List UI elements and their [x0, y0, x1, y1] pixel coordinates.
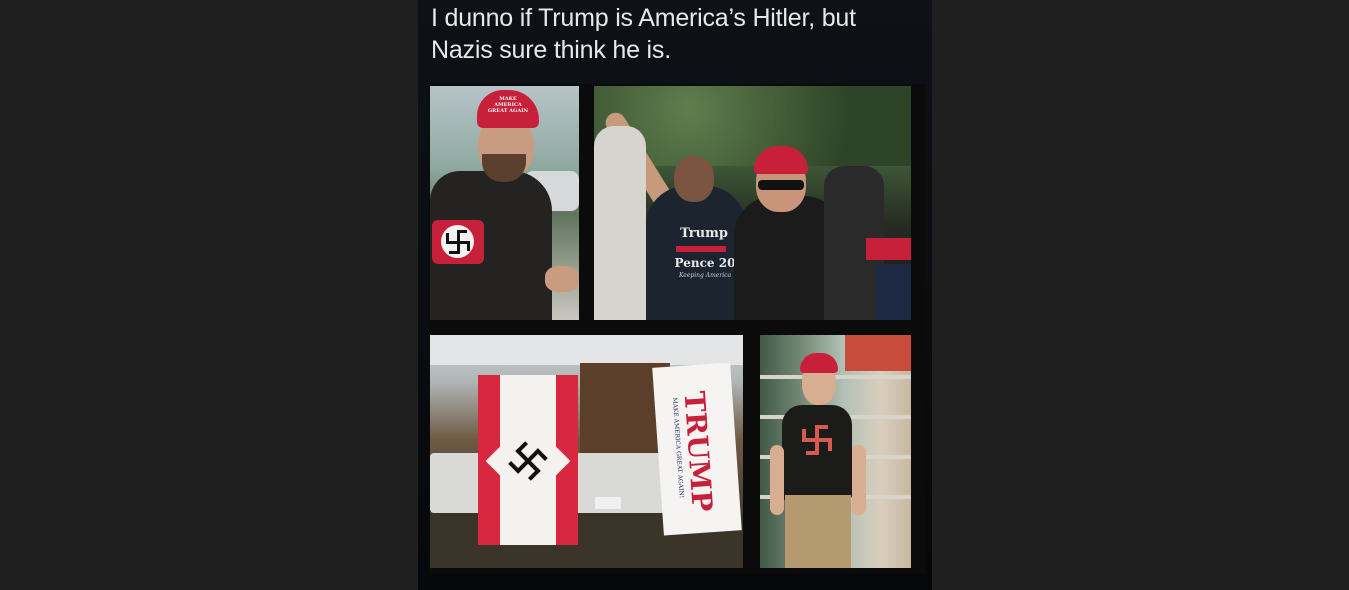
photo-salute-crowd: Trump Pence 20 Keeping America [594, 86, 911, 320]
trump-banner: TRUMP MAKE AMERICA GREAT AGAIN! [652, 362, 742, 536]
hand [545, 266, 579, 292]
face-center [674, 156, 714, 202]
shirt-text-trump: Trump [680, 226, 728, 241]
red-cap: MAKE AMERICA GREAT AGAIN [477, 90, 539, 128]
left-arm [770, 445, 784, 515]
caption-line-1: I dunno if Trump is America’s Hitler, bu… [431, 4, 856, 32]
swastika-icon [802, 425, 832, 455]
post-caption: I dunno if Trump is America’s Hitler, bu… [431, 2, 921, 66]
khaki-pants [785, 495, 851, 568]
hanging-flag [478, 375, 578, 545]
shirt-text-slogan: Keeping America [678, 272, 732, 279]
photo-flag-and-banner: TRUMP MAKE AMERICA GREAT AGAIN! [430, 335, 743, 568]
person-trump-shirt: Trump Pence 20 Keeping America [646, 186, 746, 320]
photo-armband-man: MAKE AMERICA GREAT AGAIN [430, 86, 579, 320]
post-card: I dunno if Trump is America’s Hitler, bu… [418, 0, 932, 590]
person-white-shirt [594, 126, 646, 320]
license-plate [595, 497, 621, 509]
shirt-text-pence: Pence 20 [674, 256, 736, 270]
cap-text: MAKE AMERICA GREAT AGAIN [487, 96, 529, 114]
red-sign [866, 238, 911, 260]
blue-shirt [876, 264, 911, 320]
black-tshirt [782, 405, 852, 501]
caption-line-2: Nazis sure think he is. [431, 36, 671, 64]
photo-store-man [760, 335, 911, 568]
red-products [845, 335, 911, 371]
right-arm [852, 445, 866, 515]
sunglasses [758, 180, 804, 190]
sky [430, 335, 743, 365]
shirt-stripe [676, 246, 726, 252]
swastika-icon [446, 230, 470, 254]
photo-collage: MAKE AMERICA GREAT AGAIN Trump Pence 20 … [429, 84, 925, 574]
viewer-background: I dunno if Trump is America’s Hitler, bu… [0, 0, 1349, 590]
armband [432, 220, 484, 264]
red-cap [800, 353, 838, 373]
